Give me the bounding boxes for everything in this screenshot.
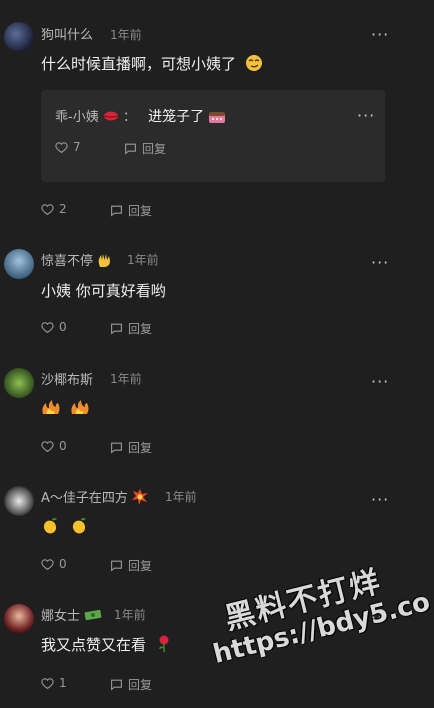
comment-bubble-icon xyxy=(111,205,122,217)
watermark: 黑料不打烊 https://bdy5.co xyxy=(200,542,434,697)
comment-bubble-icon xyxy=(111,442,122,454)
username[interactable]: 娜女士 xyxy=(41,605,102,626)
reply-button[interactable]: 回复 xyxy=(110,320,152,337)
more-icon[interactable]: ··· xyxy=(371,253,389,272)
like-button[interactable]: 2 xyxy=(41,202,67,216)
reply-button[interactable]: 回复 xyxy=(110,439,152,456)
cash-emoji-icon xyxy=(84,608,102,626)
waving-hand-emoji-icon xyxy=(97,252,111,272)
reply-label: 回复 xyxy=(128,559,153,573)
username[interactable]: 狗叫什么 xyxy=(41,24,93,43)
comment-bubble-icon xyxy=(111,679,122,691)
reply-label: 回复 xyxy=(128,441,153,455)
like-count: 0 xyxy=(59,557,67,571)
like-count: 0 xyxy=(59,320,67,334)
collision-emoji-icon xyxy=(132,488,149,509)
reply-username[interactable]: 乖-小姨 xyxy=(55,110,99,125)
rose-emoji-icon xyxy=(157,635,171,657)
avatar[interactable] xyxy=(4,486,34,516)
heart-icon xyxy=(55,141,68,153)
comment-text: 小姨 你可真好看哟 xyxy=(41,282,166,300)
more-icon[interactable]: ··· xyxy=(371,372,389,391)
reply-button[interactable]: 回复 xyxy=(110,202,152,219)
mango-emoji-icon xyxy=(70,516,88,538)
more-icon[interactable]: ··· xyxy=(371,25,389,44)
username[interactable]: 惊喜不停 xyxy=(41,250,111,272)
like-button[interactable]: 7 xyxy=(55,140,81,154)
heart-icon xyxy=(41,321,54,333)
more-icon[interactable]: ··· xyxy=(371,608,389,627)
reply-button[interactable]: 回复 xyxy=(124,140,166,157)
comment-bubble-icon xyxy=(111,323,122,335)
mango-emoji-icon xyxy=(41,516,59,538)
reply-text: 进笼子了 xyxy=(148,109,205,125)
like-count: 7 xyxy=(73,140,81,154)
reply-label: 回复 xyxy=(128,322,153,336)
more-icon[interactable]: ··· xyxy=(357,106,375,125)
comment-time: 1年前 xyxy=(114,608,146,622)
heart-icon xyxy=(41,440,54,452)
watermark-line2: https://bdy5.co xyxy=(210,586,434,670)
like-button[interactable]: 0 xyxy=(41,439,67,453)
comment-bubble-icon xyxy=(125,143,136,155)
smirk-emoji-icon xyxy=(245,54,263,76)
comment-text: 什么时候直播啊，可想小姨了 xyxy=(41,53,263,76)
like-count: 1 xyxy=(59,676,67,690)
heart-icon xyxy=(41,558,54,570)
reply-button[interactable]: 回复 xyxy=(110,557,152,574)
comment-text: 我又点赞又在看 xyxy=(41,634,171,657)
like-count: 0 xyxy=(59,439,67,453)
comment-time: 1年前 xyxy=(110,28,142,42)
reply-label: 回复 xyxy=(128,204,153,218)
avatar[interactable] xyxy=(4,368,34,398)
like-count: 2 xyxy=(59,202,67,216)
comment-text xyxy=(41,516,88,538)
more-icon[interactable]: ··· xyxy=(371,490,389,509)
comment-time: 1年前 xyxy=(165,490,197,504)
reply-card[interactable]: 乖-小姨 ： 进笼子了 ··· 7 回复 xyxy=(41,90,385,182)
username[interactable]: A～佳子在四方 xyxy=(41,487,149,509)
heart-icon xyxy=(41,677,54,689)
username[interactable]: 沙椰布斯 xyxy=(41,369,93,388)
avatar[interactable] xyxy=(4,249,34,279)
fire-emoji-icon xyxy=(41,398,61,420)
reply-label: 回复 xyxy=(142,142,167,156)
reply-button[interactable]: 回复 xyxy=(110,676,152,693)
lips-emoji-icon xyxy=(103,110,119,126)
avatar[interactable] xyxy=(4,22,34,52)
comment-bubble-icon xyxy=(111,560,122,572)
reply-label: 回复 xyxy=(128,678,153,692)
avatar[interactable] xyxy=(4,604,34,634)
comment-time: 1年前 xyxy=(127,253,159,267)
reply-separator: ： xyxy=(122,110,136,125)
heart-icon xyxy=(41,203,54,215)
comment-time: 1年前 xyxy=(110,372,142,386)
fire-emoji-icon xyxy=(70,398,90,420)
like-button[interactable]: 1 xyxy=(41,676,67,690)
cake-emoji-icon xyxy=(208,108,226,128)
like-button[interactable]: 0 xyxy=(41,320,67,334)
watermark-line1: 黑料不打烊 xyxy=(221,564,386,637)
comment-text xyxy=(41,398,90,420)
like-button[interactable]: 0 xyxy=(41,557,67,571)
